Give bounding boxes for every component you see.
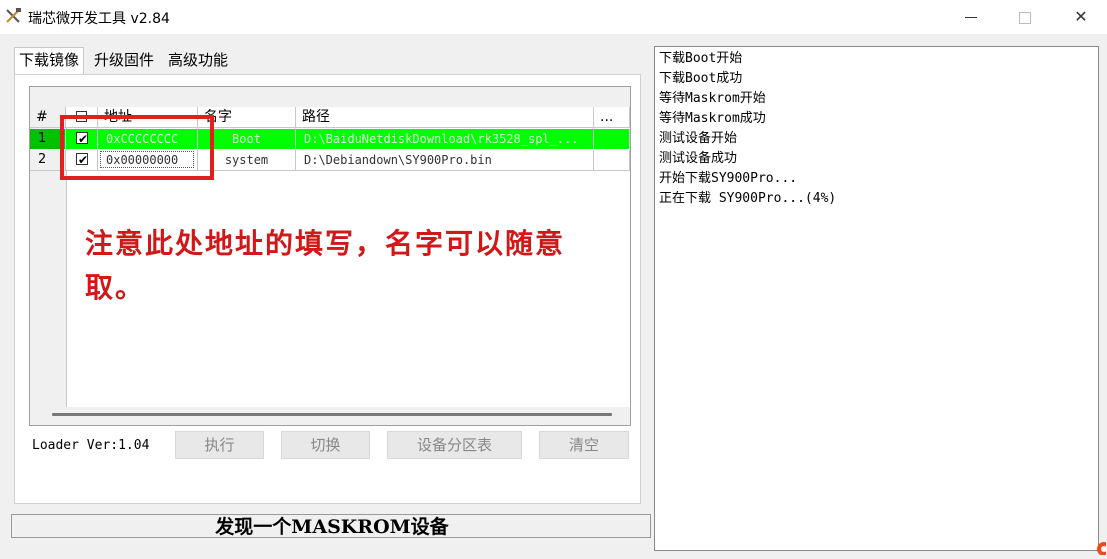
- log-line: 下载Boot成功: [659, 71, 743, 86]
- log-panel[interactable]: 下载Boot开始 下载Boot成功 等待Maskrom开始 等待Maskrom成…: [654, 46, 1099, 551]
- window-title: 瑞芯微开发工具 v2.84: [28, 11, 170, 27]
- log-line: 等待Maskrom成功: [659, 111, 766, 126]
- horizontal-scrollbar[interactable]: [52, 413, 612, 416]
- log-line: 开始下载SY900Pro...: [659, 171, 798, 186]
- log-line: 等待Maskrom开始: [659, 91, 766, 106]
- tab-upgrade-firmware[interactable]: 升级固件: [90, 48, 158, 72]
- close-icon: ✕: [1074, 7, 1088, 26]
- row-more[interactable]: [594, 150, 630, 170]
- maximize-button[interactable]: [1002, 4, 1048, 30]
- clear-button[interactable]: 清空: [539, 431, 629, 459]
- loader-version: Loader Ver:1.04: [32, 438, 150, 453]
- row-path[interactable]: D:\BaiduNetdiskDownload\rk3528_spl_...: [296, 129, 594, 149]
- annotation-text: 注意此处地址的填写，名字可以随意取。: [85, 227, 566, 304]
- minimize-icon: [965, 17, 977, 18]
- status-bar: 发现一个MASKROM设备: [11, 514, 651, 538]
- execute-button[interactable]: 执行: [175, 431, 264, 459]
- title-bar: 瑞芯微开发工具 v2.84 ✕: [0, 0, 1107, 34]
- maximize-icon: [1019, 11, 1031, 24]
- log-line: 测试设备开始: [659, 131, 738, 146]
- tab-download-image[interactable]: 下载镜像: [14, 47, 85, 74]
- log-line: 下载Boot开始: [659, 51, 743, 66]
- tab-advanced[interactable]: 高级功能: [164, 48, 232, 72]
- table-top-band: [30, 87, 630, 108]
- log-line: 测试设备成功: [659, 151, 738, 166]
- taskbar-app-icon: [1097, 542, 1106, 555]
- status-text: 发现一个MASKROM设备: [215, 516, 449, 538]
- partition-table-button[interactable]: 设备分区表: [387, 431, 522, 459]
- col-more[interactable]: ...: [594, 107, 630, 127]
- log-line: 正在下载 SY900Pro...(4%): [659, 191, 837, 206]
- minimize-button[interactable]: [948, 4, 994, 30]
- close-button[interactable]: ✕: [1058, 4, 1104, 30]
- switch-button[interactable]: 切换: [281, 431, 370, 459]
- annotation-highlight-box: [60, 115, 214, 180]
- row-more[interactable]: [594, 129, 630, 149]
- col-path[interactable]: 路径: [296, 107, 594, 127]
- row-path[interactable]: D:\Debiandown\SY900Pro.bin: [296, 150, 594, 170]
- tools-icon: [6, 8, 21, 23]
